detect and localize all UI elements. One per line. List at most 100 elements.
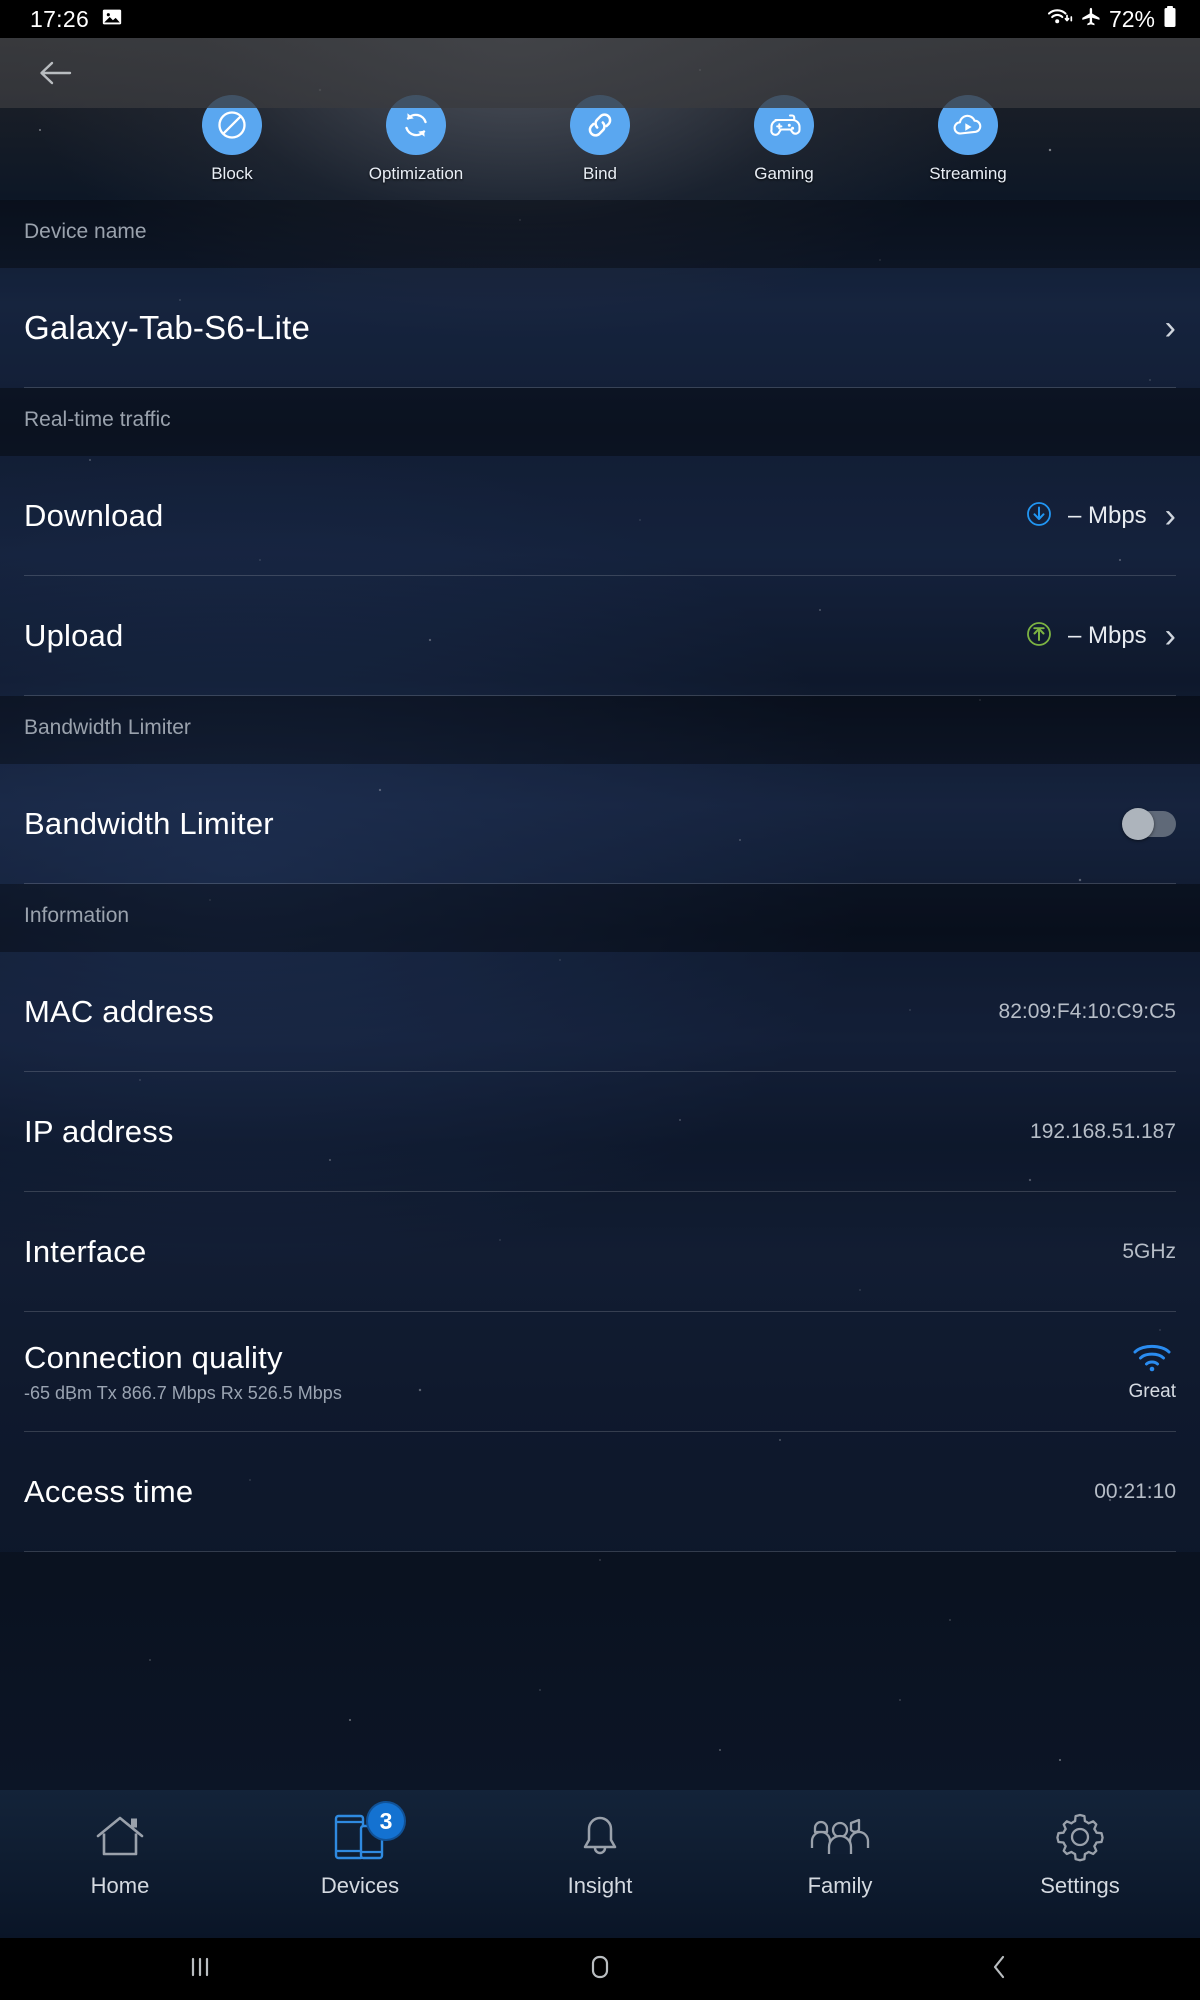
nav-item-devices[interactable]: 3 Devices bbox=[240, 1790, 480, 1938]
status-bar: 17:26 72% bbox=[0, 0, 1200, 38]
row-bandwidth-limiter[interactable]: Bandwidth Limiter bbox=[0, 764, 1200, 884]
nav-item-family[interactable]: Family bbox=[720, 1790, 960, 1938]
row-connection-quality: Connection quality -65 dBm Tx 866.7 Mbps… bbox=[0, 1312, 1200, 1432]
row-download-left: Download bbox=[24, 498, 163, 534]
airplane-mode-icon bbox=[1080, 6, 1102, 33]
connection-quality-details: -65 dBm Tx 866.7 Mbps Rx 526.5 Mbps bbox=[24, 1383, 342, 1404]
device-name-value: Galaxy-Tab-S6-Lite bbox=[24, 309, 310, 347]
connection-quality-indicator: Great bbox=[1128, 1341, 1176, 1403]
download-value: – Mbps bbox=[1068, 502, 1147, 530]
row-ip-address: IP address 192.168.51.187 bbox=[0, 1072, 1200, 1192]
access-time-value: 00:21:10 bbox=[1094, 1480, 1176, 1504]
row-mac-address-left: MAC address bbox=[24, 994, 214, 1030]
ip-address-value: 192.168.51.187 bbox=[1030, 1120, 1176, 1144]
row-access-time-right: 00:21:10 bbox=[1094, 1480, 1176, 1504]
quick-action-label: Block bbox=[211, 164, 253, 184]
chevron-right-icon: › bbox=[1165, 311, 1176, 345]
quick-action-label: Gaming bbox=[754, 164, 814, 184]
row-upload[interactable]: Upload – Mbps › bbox=[0, 576, 1200, 696]
home-button[interactable] bbox=[400, 1952, 800, 1987]
row-mac-address: MAC address 82:09:F4:10:C9:C5 bbox=[0, 952, 1200, 1072]
row-download[interactable]: Download – Mbps › bbox=[0, 456, 1200, 576]
interface-value: 5GHz bbox=[1122, 1240, 1176, 1264]
quick-action-label: Optimization bbox=[369, 164, 463, 184]
toggle-knob bbox=[1122, 808, 1154, 840]
quick-action-gaming[interactable]: Gaming bbox=[736, 108, 832, 184]
interface-label: Interface bbox=[24, 1234, 146, 1270]
devices-icon: 3 bbox=[330, 1807, 390, 1867]
battery-icon bbox=[1162, 5, 1178, 34]
row-ip-address-left: IP address bbox=[24, 1114, 174, 1150]
chevron-right-icon: › bbox=[1165, 499, 1176, 533]
row-divider bbox=[24, 387, 1176, 388]
download-label: Download bbox=[24, 498, 163, 534]
row-ip-address-right: 192.168.51.187 bbox=[1030, 1120, 1176, 1144]
row-connection-quality-left: Connection quality -65 dBm Tx 866.7 Mbps… bbox=[24, 1340, 342, 1404]
image-icon bbox=[101, 6, 123, 33]
quick-action-streaming[interactable]: Streaming bbox=[920, 108, 1016, 184]
quick-action-bind[interactable]: Bind bbox=[552, 108, 648, 184]
wifi-icon bbox=[1047, 6, 1073, 33]
row-device-name-left: Galaxy-Tab-S6-Lite bbox=[24, 309, 310, 347]
row-divider bbox=[24, 1551, 1176, 1552]
row-download-right: – Mbps › bbox=[1024, 499, 1176, 534]
back-button[interactable] bbox=[30, 48, 80, 98]
access-time-label: Access time bbox=[24, 1474, 193, 1510]
home-square-icon bbox=[585, 1952, 615, 1987]
quick-action-optimization[interactable]: Optimization bbox=[368, 108, 464, 184]
nav-item-insight[interactable]: Insight bbox=[480, 1790, 720, 1938]
download-arrow-icon bbox=[1024, 499, 1054, 534]
connection-quality-value: Great bbox=[1128, 1381, 1176, 1403]
section-header-bandwidth-limiter: Bandwidth Limiter bbox=[0, 696, 1200, 764]
row-access-time-left: Access time bbox=[24, 1474, 193, 1510]
family-icon bbox=[809, 1807, 871, 1867]
home-icon bbox=[93, 1807, 147, 1867]
row-device-name[interactable]: Galaxy-Tab-S6-Lite › bbox=[0, 268, 1200, 388]
nav-item-home[interactable]: Home bbox=[0, 1790, 240, 1938]
ip-address-label: IP address bbox=[24, 1114, 174, 1150]
settings-list: Device name Galaxy-Tab-S6-Lite › Real-ti… bbox=[0, 200, 1200, 1552]
connection-quality-label: Connection quality bbox=[24, 1340, 342, 1376]
row-bandwidth-limiter-right bbox=[1124, 811, 1176, 837]
section-header-realtime-traffic: Real-time traffic bbox=[0, 388, 1200, 456]
mac-address-value: 82:09:F4:10:C9:C5 bbox=[999, 1000, 1176, 1024]
row-interface-right: 5GHz bbox=[1122, 1240, 1176, 1264]
quick-action-block[interactable]: Block bbox=[184, 108, 280, 184]
mac-address-label: MAC address bbox=[24, 994, 214, 1030]
upload-label: Upload bbox=[24, 618, 123, 654]
row-divider bbox=[24, 883, 1176, 884]
upload-arrow-icon bbox=[1024, 619, 1054, 654]
quick-action-label: Streaming bbox=[929, 164, 1006, 184]
row-connection-quality-right: Great bbox=[1128, 1341, 1176, 1403]
quick-actions-bar: Block Optimization Bind bbox=[0, 108, 1200, 200]
status-time: 17:26 bbox=[30, 6, 89, 33]
section-header-information: Information bbox=[0, 884, 1200, 952]
wifi-signal-icon bbox=[1131, 1341, 1173, 1378]
bandwidth-limiter-toggle[interactable] bbox=[1124, 811, 1176, 837]
nav-item-settings[interactable]: Settings bbox=[960, 1790, 1200, 1938]
row-interface-left: Interface bbox=[24, 1234, 146, 1270]
chevron-right-icon: › bbox=[1165, 619, 1176, 653]
nav-label-insight: Insight bbox=[552, 1874, 648, 1898]
row-access-time: Access time 00:21:10 bbox=[0, 1432, 1200, 1552]
row-bandwidth-limiter-left: Bandwidth Limiter bbox=[24, 806, 274, 842]
upload-value: – Mbps bbox=[1068, 622, 1147, 650]
section-header-device-name: Device name bbox=[0, 200, 1200, 268]
battery-percent: 72% bbox=[1109, 6, 1155, 33]
bell-icon bbox=[575, 1807, 625, 1867]
devices-badge: 3 bbox=[366, 1801, 406, 1841]
nav-label-home: Home bbox=[72, 1874, 168, 1898]
nav-label-devices: Devices bbox=[312, 1874, 408, 1898]
status-bar-left: 17:26 bbox=[16, 6, 123, 33]
recents-icon bbox=[187, 1953, 213, 1986]
app-header bbox=[0, 38, 1200, 108]
row-divider bbox=[24, 695, 1176, 696]
recents-button[interactable] bbox=[0, 1953, 400, 1986]
android-navigation-bar bbox=[0, 1938, 1200, 2000]
bandwidth-limiter-label: Bandwidth Limiter bbox=[24, 806, 274, 842]
back-button-nav[interactable] bbox=[800, 1952, 1200, 1987]
app-screen: 17:26 72% bbox=[0, 0, 1200, 2000]
row-mac-address-right: 82:09:F4:10:C9:C5 bbox=[999, 1000, 1176, 1024]
back-chevron-icon bbox=[987, 1952, 1013, 1987]
row-upload-right: – Mbps › bbox=[1024, 619, 1176, 654]
